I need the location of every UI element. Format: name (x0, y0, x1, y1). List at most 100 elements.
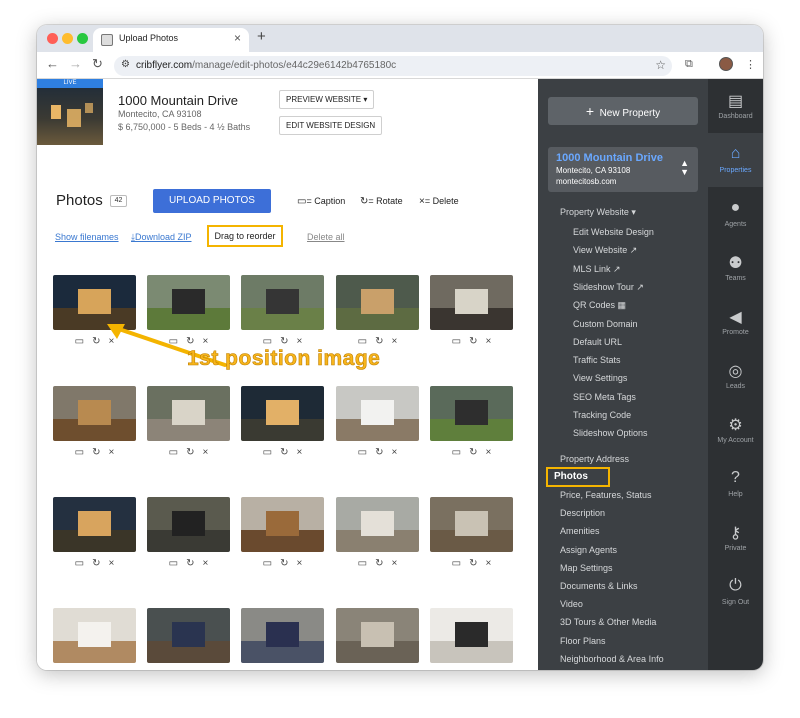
photo-thumbnail[interactable] (430, 386, 513, 441)
sidebar-item[interactable]: Video (560, 599, 583, 609)
caption-icon[interactable]: ▭ (358, 558, 367, 569)
nav-properties[interactable]: ⌂ Properties (708, 133, 763, 187)
minimize-window-button[interactable] (62, 33, 73, 44)
delete-icon[interactable]: × (203, 447, 209, 458)
photo-thumbnail[interactable] (241, 497, 324, 552)
rotate-icon[interactable]: ↻ (375, 336, 383, 347)
sidebar-subitem[interactable]: Traffic Stats (573, 355, 621, 365)
sidebar-subitem[interactable]: Custom Domain (573, 319, 638, 329)
photo-thumbnail[interactable] (241, 275, 324, 330)
nav-promote[interactable]: ◀ Promote (708, 295, 763, 349)
reload-icon[interactable]: ↻ (92, 56, 103, 72)
photo-thumbnail[interactable] (430, 497, 513, 552)
property-thumbnail[interactable]: LIVE (37, 79, 103, 145)
delete-icon[interactable]: × (109, 447, 115, 458)
sidebar-subitem[interactable]: SEO Meta Tags (573, 392, 636, 402)
show-filenames-link[interactable]: Show filenames (55, 232, 119, 242)
more-menu-icon[interactable]: ⋮ (745, 58, 756, 71)
caption-icon[interactable]: ▭ (75, 447, 84, 458)
photo-thumbnail[interactable] (336, 386, 419, 441)
rotate-icon[interactable]: ↻ (186, 669, 194, 670)
sidebar-item-photos[interactable]: Photos (546, 467, 610, 487)
sidebar-item[interactable]: Map Settings (560, 563, 613, 573)
caption-icon[interactable]: ▭ (263, 558, 272, 569)
edit-website-design-button[interactable]: EDIT WEBSITE DESIGN (279, 116, 383, 135)
delete-icon[interactable]: × (486, 447, 492, 458)
rotate-icon[interactable]: ↻ (92, 669, 100, 670)
photo-thumbnail[interactable] (336, 608, 419, 663)
bookmark-star-icon[interactable]: ☆ (655, 58, 666, 72)
rotate-icon[interactable]: ↻ (92, 558, 100, 569)
photo-thumbnail[interactable] (147, 386, 230, 441)
back-icon[interactable]: ← (46, 56, 59, 71)
delete-icon[interactable]: × (297, 558, 303, 569)
nav-sign-out[interactable]: ⏻ Sign Out (708, 565, 763, 619)
site-info-icon[interactable]: ⚙ (121, 59, 130, 70)
delete-icon[interactable]: × (486, 558, 492, 569)
cast-icon[interactable]: ⧉ (685, 58, 693, 71)
caption-icon[interactable]: ▭ (358, 447, 367, 458)
photo-thumbnail[interactable] (430, 608, 513, 663)
delete-icon[interactable]: × (297, 669, 303, 670)
rotate-icon[interactable]: ↻ (92, 447, 100, 458)
nav-leads[interactable]: ◎ Leads (708, 349, 763, 403)
photo-thumbnail[interactable] (53, 608, 136, 663)
nav-teams[interactable]: ⚉ Teams (708, 241, 763, 295)
photo-thumbnail[interactable] (336, 275, 419, 330)
caption-icon[interactable]: ▭ (169, 669, 178, 670)
delete-all-link[interactable]: Delete all (307, 232, 345, 242)
new-tab-icon[interactable]: + (257, 28, 266, 45)
sidebar-subitem[interactable]: View Website ↗ (573, 245, 637, 256)
nav-agents[interactable]: ● Agents (708, 187, 763, 241)
sidebar-item[interactable]: Price, Features, Status (560, 490, 652, 500)
drag-to-reorder-button[interactable]: Drag to reorder (207, 225, 283, 247)
sidebar-subitem[interactable]: QR Codes ▦ (573, 300, 626, 311)
sidebar-item[interactable]: Assign Agents (560, 545, 617, 555)
photo-thumbnail[interactable] (430, 275, 513, 330)
caption-icon[interactable]: ▭ (452, 669, 461, 670)
photo-thumbnail[interactable] (147, 608, 230, 663)
delete-icon[interactable]: × (392, 447, 398, 458)
rotate-icon[interactable]: ↻ (469, 558, 477, 569)
delete-icon[interactable]: × (392, 669, 398, 670)
photo-thumbnail[interactable] (241, 386, 324, 441)
rotate-icon[interactable]: ↻ (186, 558, 194, 569)
caption-icon[interactable]: ▭ (75, 558, 84, 569)
preview-website-button[interactable]: PREVIEW WEBSITE ▾ (279, 90, 375, 109)
photo-thumbnail[interactable] (53, 386, 136, 441)
rotate-icon[interactable]: ↻ (280, 447, 288, 458)
address-bar[interactable]: ⚙ cribflyer.com/manage/edit-photos/e44c2… (114, 56, 672, 76)
nav-dashboard[interactable]: ▤ Dashboard (708, 79, 763, 133)
sidebar-item[interactable]: Neighborhood & Area Info (560, 654, 664, 664)
download-zip-link[interactable]: ⤓Download ZIP (131, 232, 192, 243)
caption-icon[interactable]: ▭ (75, 336, 84, 347)
browser-tab[interactable]: Upload Photos × (93, 28, 249, 52)
caption-icon[interactable]: ▭ (452, 336, 461, 347)
rotate-icon[interactable]: ↻ (280, 336, 288, 347)
sidebar-subitem[interactable]: Slideshow Tour ↗ (573, 282, 644, 293)
sidebar-subitem[interactable]: Tracking Code (573, 410, 631, 420)
sidebar-item[interactable]: Documents & Links (560, 581, 638, 591)
rotate-icon[interactable]: ↻ (375, 558, 383, 569)
photo-thumbnail[interactable] (53, 497, 136, 552)
caption-icon[interactable]: ▭ (75, 669, 84, 670)
rotate-icon[interactable]: ↻ (280, 669, 288, 670)
sidebar-item-property-address[interactable]: Property Address (560, 454, 629, 464)
rotate-icon[interactable]: ↻ (469, 447, 477, 458)
delete-icon[interactable]: × (486, 669, 492, 670)
sidebar-item[interactable]: Amenities (560, 526, 600, 536)
rotate-icon[interactable]: ↻ (280, 558, 288, 569)
sidebar-subitem[interactable]: Slideshow Options (573, 428, 648, 438)
caption-icon[interactable]: ▭ (358, 336, 367, 347)
caption-icon[interactable]: ▭ (358, 669, 367, 670)
rotate-icon[interactable]: ↻ (186, 447, 194, 458)
forward-icon[interactable]: → (69, 56, 82, 71)
delete-icon[interactable]: × (486, 336, 492, 347)
rotate-icon[interactable]: ↻ (469, 669, 477, 670)
caption-icon[interactable]: ▭ (169, 447, 178, 458)
property-website-menu[interactable]: Property Website ▾ (560, 207, 636, 218)
delete-icon[interactable]: × (392, 558, 398, 569)
property-selector[interactable]: 1000 Mountain Drive Montecito, CA 93108 … (548, 147, 698, 192)
rotate-icon[interactable]: ↻ (375, 669, 383, 670)
avatar[interactable] (719, 57, 733, 71)
